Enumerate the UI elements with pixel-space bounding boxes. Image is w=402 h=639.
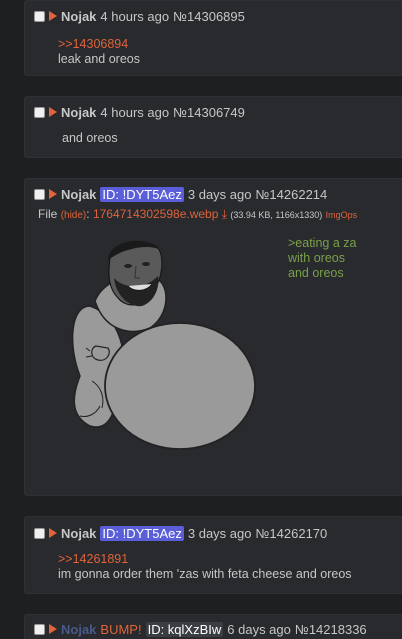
post: Nojak 4 hours ago №14306895 >>14306894 l… bbox=[24, 0, 402, 76]
download-icon[interactable]: ⤓ bbox=[222, 207, 227, 221]
post-menu-arrow-icon[interactable] bbox=[49, 11, 57, 21]
poster-name: Nojak bbox=[61, 8, 97, 24]
select-checkbox[interactable] bbox=[34, 106, 45, 118]
post-message: >>14306894 leak and oreos bbox=[25, 37, 402, 67]
poster-name: Nojak bbox=[61, 525, 97, 541]
greentext-block: >eating a za with oreos and oreos bbox=[288, 236, 356, 281]
poster-name: Nojak bbox=[61, 186, 97, 202]
imgops-link[interactable]: ImgOps bbox=[326, 210, 358, 220]
post-menu-arrow-icon[interactable] bbox=[49, 189, 57, 199]
post-number[interactable]: №14262214 bbox=[255, 187, 327, 202]
post: Nojak ID: !DYT5Aez 3 days ago №14262170 … bbox=[24, 516, 402, 594]
post-time: 4 hours ago bbox=[100, 104, 170, 120]
file-label: File bbox=[38, 207, 58, 221]
post-text: im gonna order them 'zas with feta chees… bbox=[58, 567, 352, 581]
poster-id-badge[interactable]: ID: !DYT5Aez bbox=[100, 186, 184, 202]
post-time: 4 hours ago bbox=[100, 8, 170, 24]
post-header: Nojak BUMP! ID: kqlXzBIw 6 days ago №142… bbox=[25, 619, 402, 639]
post-image-thumbnail[interactable] bbox=[50, 236, 260, 451]
face-photo bbox=[108, 240, 163, 307]
post-message: >>14261891 im gonna order them 'zas with… bbox=[25, 552, 402, 582]
post-header: Nojak 4 hours ago №14306895 bbox=[25, 6, 402, 26]
select-checkbox[interactable] bbox=[34, 623, 45, 635]
greentext-line: and oreos bbox=[288, 266, 344, 280]
greentext-line: >eating a za bbox=[288, 236, 357, 250]
poster-id-badge[interactable]: ID: kqlXzBIw bbox=[145, 621, 224, 637]
post: Nojak 4 hours ago №14306749 and oreos bbox=[24, 96, 402, 158]
post-time: 6 days ago bbox=[227, 621, 291, 637]
select-checkbox[interactable] bbox=[34, 188, 45, 200]
quote-link[interactable]: >>14261891 bbox=[58, 552, 402, 567]
post-time: 3 days ago bbox=[187, 186, 252, 202]
post-text: and oreos bbox=[62, 131, 118, 145]
post-text: leak and oreos bbox=[58, 52, 141, 66]
post-menu-arrow-icon[interactable] bbox=[49, 624, 57, 634]
post-number[interactable]: №14306749 bbox=[173, 105, 245, 120]
post: Nojak BUMP! ID: kqlXzBIw 6 days ago №142… bbox=[24, 614, 402, 639]
select-checkbox[interactable] bbox=[34, 10, 45, 22]
post-message: and oreos bbox=[25, 131, 402, 146]
bump-label: BUMP! bbox=[100, 621, 142, 637]
file-name-link[interactable]: 1764714302598e.webp bbox=[93, 207, 218, 221]
file-meta: (33.94 KB, 1166x1330) bbox=[230, 210, 323, 220]
post-number[interactable]: №14262170 bbox=[255, 526, 327, 541]
poster-name: Nojak bbox=[61, 104, 97, 120]
greentext-line: with oreos bbox=[288, 251, 345, 265]
post-time: 3 days ago bbox=[187, 525, 252, 541]
post-menu-arrow-icon[interactable] bbox=[49, 107, 57, 117]
post-header: Nojak ID: !DYT5Aez 3 days ago №14262170 bbox=[25, 523, 402, 543]
post-header: Nojak ID: !DYT5Aez 3 days ago №14262214 bbox=[25, 184, 402, 204]
poster-name: Nojak bbox=[61, 621, 97, 637]
quote-link[interactable]: >>14306894 bbox=[58, 37, 402, 52]
post-number[interactable]: №14218336 bbox=[295, 622, 367, 637]
poster-id-badge[interactable]: ID: !DYT5Aez bbox=[100, 525, 184, 541]
post-number[interactable]: №14306895 bbox=[173, 9, 245, 24]
file-info: File (hide): 1764714302598e.webp ⤓ (33.9… bbox=[38, 207, 358, 221]
hide-file-link[interactable]: (hide) bbox=[61, 210, 87, 221]
post-menu-arrow-icon[interactable] bbox=[49, 528, 57, 538]
select-checkbox[interactable] bbox=[34, 527, 45, 539]
post-header: Nojak 4 hours ago №14306749 bbox=[25, 102, 402, 122]
